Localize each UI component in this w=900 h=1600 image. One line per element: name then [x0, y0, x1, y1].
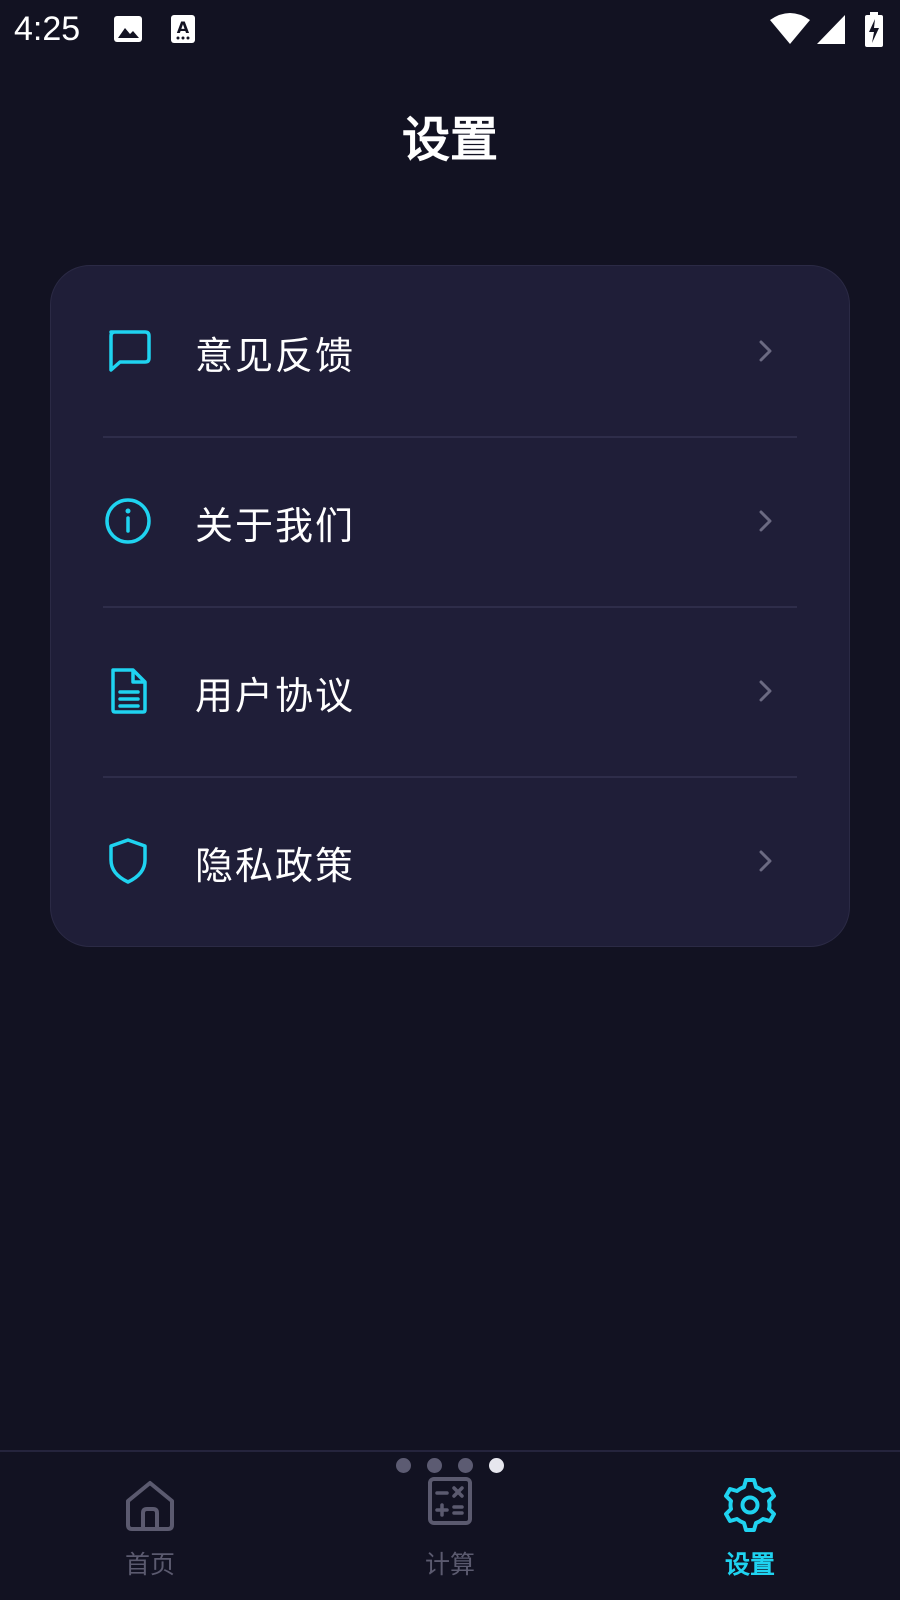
nav-label-settings: 设置	[724, 1550, 775, 1579]
settings-item-label: 关于我们	[195, 504, 356, 548]
shield-icon	[103, 836, 153, 886]
settings-item-feedback[interactable]: 意见反馈	[51, 266, 851, 436]
wifi-icon	[770, 12, 810, 50]
settings-screen: 4:25 A 设置 意见反馈 关于我们 用户协议 隐私政策 首页 计算 设置	[0, 0, 900, 1600]
info-icon	[103, 496, 153, 546]
nav-label-calculate: 计算	[424, 1550, 475, 1579]
status-bar: 4:25 A	[0, 0, 900, 62]
status-time: 4:25	[14, 10, 81, 48]
nav-item-home[interactable]: 首页	[70, 1475, 230, 1585]
calculator-icon	[420, 1471, 480, 1531]
nav-item-calculate[interactable]: 计算	[370, 1475, 530, 1585]
settings-item-label: 隐私政策	[195, 844, 356, 888]
page-dot	[396, 1458, 411, 1473]
home-icon	[120, 1475, 180, 1535]
gear-icon	[720, 1475, 780, 1535]
settings-item-user-agreement[interactable]: 用户协议	[51, 606, 851, 776]
settings-card: 意见反馈 关于我们 用户协议 隐私政策	[50, 265, 850, 947]
nav-item-settings[interactable]: 设置	[670, 1475, 830, 1585]
cellular-signal-icon	[816, 12, 846, 50]
chevron-right-icon	[751, 506, 781, 536]
settings-item-privacy-policy[interactable]: 隐私政策	[51, 776, 851, 946]
nav-label-home: 首页	[124, 1550, 175, 1579]
settings-item-label: 意见反馈	[195, 334, 356, 378]
chevron-right-icon	[751, 846, 781, 876]
document-icon	[103, 666, 153, 716]
page-dot-active	[489, 1458, 504, 1473]
settings-item-about[interactable]: 关于我们	[51, 436, 851, 606]
settings-item-label: 用户协议	[195, 674, 356, 718]
feedback-chat-icon	[103, 326, 153, 376]
chevron-right-icon	[751, 336, 781, 366]
svg-text:A: A	[177, 18, 190, 37]
page-title: 设置	[401, 112, 498, 168]
battery-charging-icon	[864, 12, 884, 52]
text-accessibility-icon: A	[170, 12, 196, 50]
image-icon	[113, 12, 143, 50]
chevron-right-icon	[751, 676, 781, 706]
